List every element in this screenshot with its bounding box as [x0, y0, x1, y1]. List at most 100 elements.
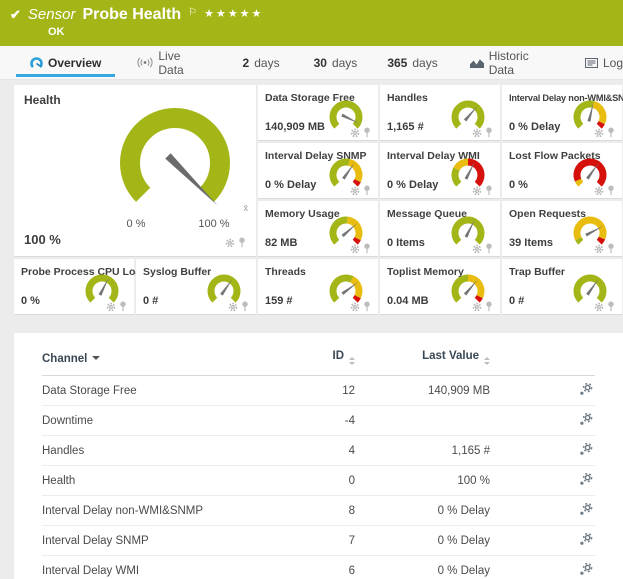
gear-icon[interactable] — [350, 244, 360, 254]
tab-365-days[interactable]: 365 days — [387, 46, 437, 79]
gear-icon[interactable] — [228, 302, 238, 312]
pin-icon[interactable] — [607, 301, 615, 312]
tile-actions — [228, 301, 249, 312]
pin-icon[interactable] — [363, 243, 371, 254]
gear-icon[interactable] — [472, 302, 482, 312]
tile-actions — [472, 301, 493, 312]
channel-settings-icon[interactable] — [579, 563, 593, 576]
column-label: Last Value — [422, 350, 479, 362]
gear-icon[interactable] — [472, 128, 482, 138]
tab-number: 365 — [387, 56, 407, 70]
gear-icon[interactable] — [594, 128, 604, 138]
gauge-tile: Trap Buffer0 # — [502, 259, 622, 315]
tab-label: days — [254, 56, 279, 70]
gear-icon[interactable] — [350, 186, 360, 196]
gear-icon[interactable] — [594, 302, 604, 312]
pin-icon[interactable] — [607, 185, 615, 196]
channel-name: Interval Delay WMI — [42, 556, 310, 579]
tile-actions — [472, 243, 493, 254]
channel-id: -4 — [310, 406, 355, 436]
tile-value: 0 Items — [387, 237, 425, 249]
health-gauge — [100, 97, 250, 223]
tab-number: 2 — [243, 56, 250, 70]
sort-both-icon — [484, 354, 490, 368]
channel-settings-icon[interactable] — [579, 413, 593, 426]
tab-label: Historic Data — [489, 49, 547, 77]
tab-historic-data[interactable]: Historic Data — [470, 46, 547, 79]
tab-label: days — [412, 56, 437, 70]
tab-label: days — [332, 56, 357, 70]
log-icon — [585, 58, 598, 68]
pin-icon[interactable] — [363, 127, 371, 138]
pin-icon[interactable] — [485, 185, 493, 196]
tab-label: Overview — [48, 56, 101, 70]
flag-icon[interactable]: ⚐ — [188, 7, 197, 18]
tab-overview[interactable]: Overview — [30, 46, 101, 79]
tile-value: 0 % Delay — [509, 121, 560, 133]
channel-row: Health0100 % — [42, 466, 595, 496]
pin-icon[interactable] — [363, 301, 371, 312]
pin-icon[interactable] — [607, 127, 615, 138]
tile-actions — [594, 301, 615, 312]
column-header-last-value[interactable]: Last Value — [355, 345, 490, 376]
tab-label: Log — [603, 56, 623, 70]
tab-number: 30 — [314, 56, 327, 70]
tile-actions — [106, 301, 127, 312]
sort-desc-icon — [92, 356, 100, 364]
chart-icon — [470, 58, 484, 68]
tab-30-days[interactable]: 30 days — [314, 46, 358, 79]
gear-icon[interactable] — [106, 302, 116, 312]
pin-icon[interactable] — [607, 243, 615, 254]
mean-indicator: x̄ — [244, 203, 249, 213]
pin-icon[interactable] — [241, 301, 249, 312]
tile-value: 0 # — [509, 295, 524, 307]
gear-icon[interactable] — [350, 128, 360, 138]
tab-2-days[interactable]: 2 days — [243, 46, 280, 79]
gauge-tile: Memory Usage82 MB — [258, 201, 378, 257]
channel-settings-icon[interactable] — [579, 383, 593, 396]
gauge-tile: Lost Flow Packets0 % — [502, 143, 622, 199]
gear-icon[interactable] — [472, 186, 482, 196]
pin-icon[interactable] — [119, 301, 127, 312]
gauge-grid: Health 0 % 100 % x̄ 100 % Data Storage F… — [14, 85, 622, 315]
gear-icon[interactable] — [225, 238, 235, 248]
pin-icon[interactable] — [485, 301, 493, 312]
status-check-icon: ✔ — [10, 7, 21, 23]
tile-actions — [594, 243, 615, 254]
priority-stars[interactable]: ★★★★★ — [204, 7, 263, 20]
channel-settings-icon[interactable] — [579, 443, 593, 456]
column-label: ID — [333, 350, 345, 362]
gear-icon[interactable] — [350, 302, 360, 312]
tile-value: 0 % — [509, 179, 528, 191]
channel-last-value: 100 % — [355, 466, 490, 496]
channel-row: Data Storage Free12140,909 MB — [42, 376, 595, 406]
pin-icon[interactable] — [485, 127, 493, 138]
channel-settings-icon[interactable] — [579, 533, 593, 546]
channel-settings-icon[interactable] — [579, 503, 593, 516]
tile-value: 0 # — [143, 295, 158, 307]
gear-icon[interactable] — [594, 186, 604, 196]
tile-actions — [350, 301, 371, 312]
channel-last-value — [355, 406, 490, 436]
channel-settings-icon[interactable] — [579, 473, 593, 486]
channel-id: 6 — [310, 556, 355, 579]
pin-icon[interactable] — [363, 185, 371, 196]
gear-icon[interactable] — [472, 244, 482, 254]
broadcast-icon — [137, 57, 153, 68]
column-header-channel[interactable]: Channel — [42, 345, 310, 376]
pin-icon[interactable] — [238, 237, 246, 248]
tile-actions — [350, 243, 371, 254]
gear-icon[interactable] — [594, 244, 604, 254]
channel-table: Channel ID Last Value Data Storage Free1… — [42, 345, 595, 579]
tab-bar: Overview Live Data 2 days 30 days 365 days Histo… — [0, 46, 623, 80]
content-area: Health 0 % 100 % x̄ 100 % Data Storage F… — [0, 80, 623, 579]
tab-live-data[interactable]: Live Data — [137, 46, 200, 79]
gauge-tile: Open Requests39 Items — [502, 201, 622, 257]
gauge-tile: Toplist Memory0.04 MB — [380, 259, 500, 315]
gauge-tile: Interval Delay SNMP0 % Delay — [258, 143, 378, 199]
column-header-id[interactable]: ID — [310, 345, 355, 376]
tab-log[interactable]: Log — [585, 46, 623, 79]
pin-icon[interactable] — [485, 243, 493, 254]
tile-value: 140,909 MB — [265, 121, 325, 133]
sensor-status-text: OK — [48, 26, 623, 38]
